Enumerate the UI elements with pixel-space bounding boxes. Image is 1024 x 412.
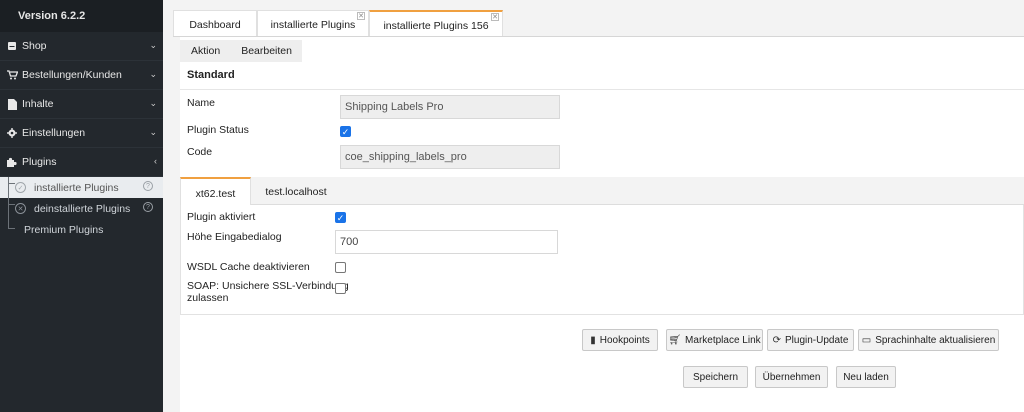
plugin-panel: Aktion Bearbeiten Standard Name Shipping… xyxy=(180,37,1024,412)
tree-connector xyxy=(8,204,15,205)
sidebar-item-settings[interactable]: Einstellungen ⌄ xyxy=(0,119,163,148)
tab-plugin-156[interactable]: installierte Plugins 156 ✕ xyxy=(369,10,503,37)
wsdl-checkbox[interactable] xyxy=(335,262,346,273)
name-field[interactable]: Shipping Labels Pro xyxy=(340,95,560,119)
refresh-icon: ⟳ xyxy=(772,334,781,346)
chevron-down-icon: ⌄ xyxy=(149,40,157,50)
height-label: Höhe Eingabedialog xyxy=(187,231,282,243)
tab-store-xt62[interactable]: xt62.test xyxy=(180,177,251,205)
sidebar-subitem-installed[interactable]: ✓ installierte Plugins ? xyxy=(0,177,163,198)
chevron-down-icon: ⌄ xyxy=(149,69,157,79)
cart-icon xyxy=(6,69,18,81)
sidebar-item-label: Plugins xyxy=(22,156,57,168)
wsdl-label: WSDL Cache deaktivieren xyxy=(187,261,310,273)
check-circle-icon: ✓ xyxy=(15,182,26,193)
gear-icon xyxy=(6,127,18,139)
close-circle-icon: ✕ xyxy=(15,203,26,214)
main-area: Dashboard installierte Plugins ✕ install… xyxy=(163,0,1024,412)
section-title: Standard xyxy=(187,69,235,81)
button-label: Marketplace Link xyxy=(685,334,761,346)
button-label: Hookpoints xyxy=(599,334,650,346)
tab-label: xt62.test xyxy=(195,188,236,200)
close-icon[interactable]: ✕ xyxy=(357,12,365,20)
language-icon: ▭ xyxy=(861,334,872,346)
soap-label-line: SOAP: Unsichere SSL-Verbindung xyxy=(187,280,349,292)
marketplace-button[interactable]: 🛒︎ Marketplace Link xyxy=(666,329,763,351)
document-icon: ▮ xyxy=(590,334,596,346)
tab-store-localhost[interactable]: test.localhost xyxy=(251,177,341,205)
sidebar: Version 6.2.2 Shop ⌄ Bestellungen/Kunden… xyxy=(0,0,163,412)
code-label: Code xyxy=(187,146,213,158)
action-menu[interactable]: Aktion xyxy=(180,40,230,62)
tab-installed-plugins[interactable]: installierte Plugins ✕ xyxy=(257,10,369,37)
tab-dashboard[interactable]: Dashboard xyxy=(173,10,257,37)
soap-checkbox[interactable] xyxy=(335,283,346,294)
chevron-left-icon: ‹ xyxy=(154,156,157,166)
document-icon xyxy=(6,98,18,110)
tab-label: installierte Plugins 156 xyxy=(383,20,489,32)
tree-connector xyxy=(8,183,15,184)
soap-label: SOAP: Unsichere SSL-Verbindung zulassen xyxy=(187,280,349,304)
sidebar-subitem-premium[interactable]: Premium Plugins xyxy=(0,219,163,240)
sidebar-item-content[interactable]: Inhalte ⌄ xyxy=(0,90,163,119)
tab-label: Dashboard xyxy=(189,19,241,31)
divider xyxy=(180,89,1024,90)
reload-button[interactable]: Neu laden xyxy=(836,366,896,388)
close-icon[interactable]: ✕ xyxy=(491,13,499,21)
sidebar-item-label: Einstellungen xyxy=(22,127,86,139)
button-label: Plugin-Update xyxy=(785,334,849,346)
code-field[interactable]: coe_shipping_labels_pro xyxy=(340,145,560,169)
sidebar-subitem-uninstalled[interactable]: ✕ deinstallierte Plugins ? xyxy=(0,198,163,219)
sidebar-item-plugins[interactable]: Plugins ‹ xyxy=(0,148,163,177)
plugins-subnav: ✓ installierte Plugins ? ✕ deinstalliert… xyxy=(0,177,163,240)
soap-label-line: zulassen xyxy=(187,292,229,304)
hookpoints-button[interactable]: ▮ Hookpoints xyxy=(582,329,658,351)
version-label: Version 6.2.2 xyxy=(0,0,163,32)
sidebar-subitem-label: installierte Plugins xyxy=(34,181,119,194)
help-icon[interactable]: ? xyxy=(143,181,153,191)
language-update-button[interactable]: ▭ Sprachinhalte aktualisieren xyxy=(858,329,999,351)
sidebar-subitem-label: Premium Plugins xyxy=(24,223,104,236)
button-label: Sprachinhalte aktualisieren xyxy=(875,334,996,346)
tree-connector xyxy=(8,228,15,229)
name-label: Name xyxy=(187,97,216,109)
help-icon[interactable]: ? xyxy=(143,202,153,212)
status-checkbox[interactable]: ✓ xyxy=(340,126,351,137)
edit-menu[interactable]: Bearbeiten xyxy=(230,40,302,62)
tab-bar: Dashboard installierte Plugins ✕ install… xyxy=(163,0,1024,37)
sidebar-item-label: Shop xyxy=(22,40,47,52)
puzzle-icon xyxy=(6,156,18,168)
sidebar-item-label: Inhalte xyxy=(22,98,54,110)
chevron-down-icon: ⌄ xyxy=(149,127,157,137)
plugin-update-button[interactable]: ⟳ Plugin-Update xyxy=(767,329,854,351)
save-button[interactable]: Speichern xyxy=(683,366,748,388)
activated-label: Plugin aktiviert xyxy=(187,211,256,223)
chevron-down-icon: ⌄ xyxy=(149,98,157,108)
sidebar-item-shop[interactable]: Shop ⌄ xyxy=(0,32,163,61)
sidebar-item-label: Bestellungen/Kunden xyxy=(22,69,122,81)
sidebar-subitem-label: deinstallierte Plugins xyxy=(34,202,131,215)
shop-icon xyxy=(6,40,18,52)
panel-toolbar: Aktion Bearbeiten xyxy=(180,40,302,62)
height-input[interactable]: 700 xyxy=(335,230,558,254)
sidebar-item-orders[interactable]: Bestellungen/Kunden ⌄ xyxy=(0,61,163,90)
status-label: Plugin Status xyxy=(187,124,249,136)
activated-checkbox[interactable]: ✓ xyxy=(335,212,346,223)
tab-label: test.localhost xyxy=(265,186,327,198)
tree-connector xyxy=(8,177,9,229)
apply-button[interactable]: Übernehmen xyxy=(755,366,828,388)
cart-icon: 🛒︎ xyxy=(668,334,682,346)
tab-label: installierte Plugins xyxy=(270,19,356,31)
